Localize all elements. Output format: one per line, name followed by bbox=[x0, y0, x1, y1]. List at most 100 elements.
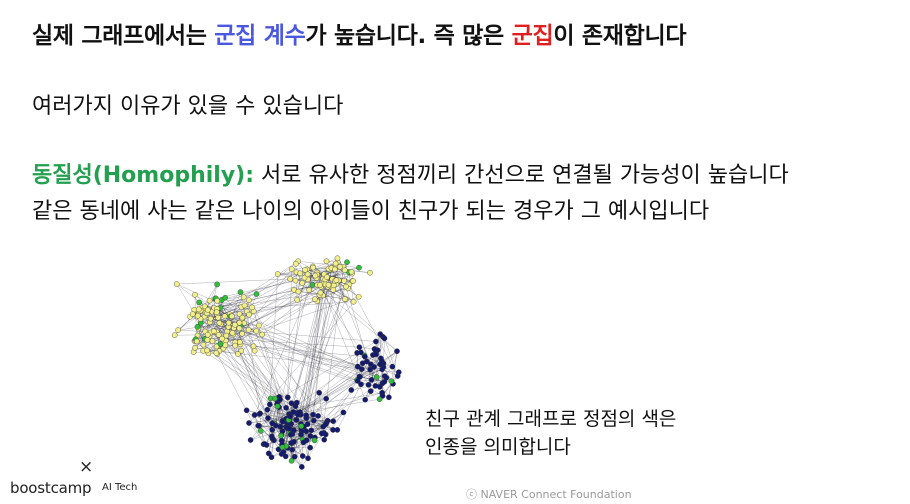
graph-node bbox=[299, 280, 306, 286]
graph-node bbox=[247, 437, 254, 443]
graph-node bbox=[310, 411, 316, 418]
graph-node bbox=[204, 331, 211, 338]
graph-node bbox=[356, 264, 362, 271]
graph-node bbox=[324, 274, 330, 280]
graph-nodes bbox=[171, 255, 402, 470]
graph-node bbox=[325, 282, 332, 288]
graph-node bbox=[195, 306, 202, 313]
graph-node bbox=[340, 409, 347, 416]
graph-node bbox=[293, 417, 300, 423]
reasons-text: 여러가지 이유가 있을 수 있습니다 bbox=[32, 94, 344, 119]
graph-node bbox=[330, 418, 336, 424]
graph-node bbox=[395, 369, 402, 375]
graph-node bbox=[274, 271, 281, 277]
graph-node bbox=[321, 436, 327, 443]
graph-node bbox=[250, 343, 257, 350]
graph-node bbox=[358, 349, 364, 356]
graph-node bbox=[322, 421, 329, 428]
graph-node bbox=[298, 464, 305, 470]
graph-node bbox=[386, 394, 392, 401]
graph-node bbox=[243, 407, 250, 414]
graph-node bbox=[367, 269, 373, 276]
graph-node bbox=[356, 344, 363, 350]
graph-node bbox=[222, 294, 228, 301]
graph-node bbox=[171, 332, 178, 338]
brand-sub: AI Tech bbox=[102, 482, 138, 493]
graph-node bbox=[214, 298, 220, 304]
graph-node bbox=[330, 427, 336, 433]
graph-node bbox=[337, 264, 343, 270]
graph-node bbox=[253, 291, 260, 297]
graph-node bbox=[297, 270, 303, 277]
graph-node bbox=[246, 420, 252, 426]
graph-node bbox=[229, 313, 235, 320]
graph-node bbox=[246, 311, 252, 318]
graph-node bbox=[241, 302, 248, 309]
graph-node bbox=[194, 313, 201, 319]
caption-line-1: 친구 관계 그래프로 정점의 색은 bbox=[425, 408, 677, 430]
graph-node bbox=[341, 278, 347, 284]
graph-node bbox=[356, 373, 363, 380]
graph-node bbox=[265, 415, 271, 421]
graph-node bbox=[377, 331, 383, 337]
graph-node bbox=[299, 453, 306, 459]
friendship-network-graph bbox=[171, 255, 402, 470]
graph-node bbox=[298, 423, 305, 429]
graph-node bbox=[373, 351, 379, 358]
graph-node bbox=[394, 348, 400, 354]
graph-node bbox=[365, 381, 372, 388]
title-part-5: 이 존재합니다 bbox=[553, 23, 687, 49]
title-highlight-clustering-coefficient: 군집 계수 bbox=[214, 23, 306, 49]
graph-node bbox=[300, 439, 307, 446]
graph-node bbox=[232, 342, 238, 349]
graph-node bbox=[305, 455, 311, 462]
graph-node bbox=[291, 453, 298, 460]
graph-node bbox=[287, 413, 293, 420]
graph-node bbox=[215, 332, 222, 338]
graph-node bbox=[309, 282, 316, 288]
graph-node bbox=[388, 378, 395, 384]
graph-node bbox=[209, 338, 216, 344]
graph-node bbox=[377, 361, 383, 368]
graph-node bbox=[298, 431, 304, 438]
graph-node bbox=[310, 264, 316, 271]
graph-caption: 친구 관계 그래프로 정점의 색은 인종을 의미합니다 bbox=[425, 405, 676, 461]
graph-node bbox=[315, 413, 321, 419]
graph-node bbox=[175, 327, 181, 333]
graph-node bbox=[200, 341, 207, 348]
graph-node bbox=[192, 292, 198, 298]
graph-node bbox=[229, 330, 236, 336]
graph-node bbox=[317, 282, 323, 288]
example-text: 같은 동네에 사는 같은 나이의 아이들이 친구가 되는 경우가 그 예시입니다 bbox=[32, 199, 710, 224]
graph-node bbox=[196, 299, 203, 306]
graph-node bbox=[355, 293, 362, 300]
graph-node bbox=[316, 389, 322, 396]
graph-node bbox=[344, 259, 350, 266]
graph-node bbox=[303, 412, 309, 419]
graph-node bbox=[306, 287, 312, 293]
graph-node bbox=[317, 289, 324, 296]
graph-node bbox=[284, 394, 291, 401]
graph-node bbox=[291, 438, 297, 445]
graph-node bbox=[348, 387, 355, 393]
graph-node bbox=[282, 453, 289, 460]
title-highlight-cluster: 군집 bbox=[511, 23, 554, 49]
graph-node bbox=[215, 314, 221, 321]
graph-node bbox=[265, 450, 272, 457]
graph-node bbox=[245, 327, 252, 333]
graph-node bbox=[194, 324, 201, 330]
graph-node bbox=[214, 281, 220, 288]
graph-node bbox=[272, 395, 278, 402]
graph-node bbox=[207, 315, 214, 322]
graph-node bbox=[237, 289, 244, 295]
graph-node bbox=[253, 328, 260, 334]
graph-node bbox=[294, 411, 301, 418]
graph-node bbox=[373, 374, 380, 380]
graph-node bbox=[221, 313, 228, 319]
graph-node bbox=[358, 366, 365, 372]
boostcamp-logo: boostcamp AI Tech bbox=[10, 460, 160, 500]
graph-node bbox=[348, 269, 355, 275]
graph-node bbox=[292, 277, 299, 284]
graph-node bbox=[295, 288, 302, 295]
graph-node bbox=[264, 406, 271, 413]
